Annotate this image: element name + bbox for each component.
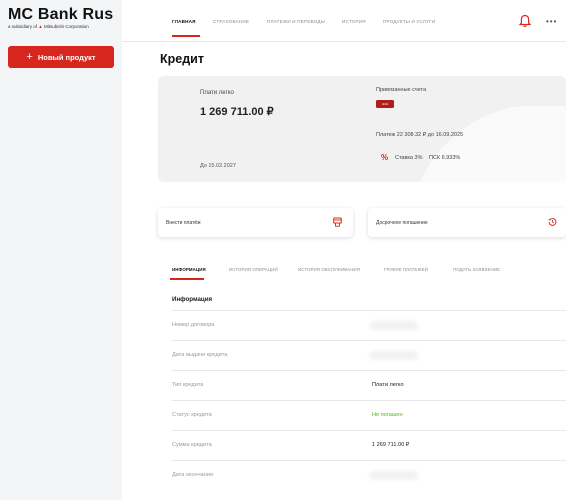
logo-subtitle-brand: Mitsubishi Corporation <box>44 24 89 29</box>
linked-account-badge[interactable]: •9314 <box>376 100 394 108</box>
info-key: Номер договора <box>172 322 215 328</box>
hidden-value <box>370 471 418 480</box>
next-payment: Платеж 22 308.32 ₽ до 16.09.2025 <box>376 132 464 138</box>
linked-accounts-label: Привязанные счета <box>376 87 427 93</box>
info-value: 1 269 711.00 ₽ <box>372 442 410 448</box>
nav-item-insurance[interactable]: СТРАХОВАНИЕ <box>213 19 249 24</box>
bank-logo[interactable]: MC Bank Rus a subsidiary of ▲ Mitsubishi… <box>8 6 113 29</box>
tab-submit-application[interactable]: ПОДАТЬ ЗАЯВЛЕНИЕ <box>453 267 500 272</box>
more-dots-icon[interactable]: ••• <box>546 17 557 26</box>
info-key: Тип кредита <box>172 382 204 388</box>
info-row-issue-date: Дата выдачи кредита <box>172 340 566 370</box>
psk-rate: ПСК 6.933% <box>429 155 461 161</box>
logo-title: MC Bank Rus <box>8 6 114 23</box>
tab-payment-schedule[interactable]: ГРАФИК ПЛАТЕЖЕЙ <box>384 267 428 272</box>
percent-icon: % <box>381 153 389 162</box>
info-section-title: Информация <box>172 296 213 303</box>
nav-item-products[interactable]: ПРОДУКТЫ И УСЛУГИ <box>383 19 435 24</box>
info-row-credit-type: Тип кредита Плати легко <box>172 370 566 400</box>
card-decoration <box>404 106 566 182</box>
make-payment-label: Внести платёж <box>166 220 201 226</box>
payment-terminal-icon <box>333 217 342 227</box>
tab-information[interactable]: ИНФОРМАЦИЯ <box>172 267 206 272</box>
early-repayment-label: Досрочное погашение <box>376 220 428 226</box>
nav-item-home[interactable]: ГЛАВНАЯ <box>172 19 196 24</box>
info-key: Статус кредита <box>172 412 212 418</box>
credit-tabs: ИНФОРМАЦИЯ ИСТОРИЯ ОПЕРАЦИЙ ИСТОРИЯ ОБСЛ… <box>158 262 566 282</box>
tab-service-history[interactable]: ИСТОРИЯ ОБСЛУЖИВАНИЯ <box>298 267 360 272</box>
info-key: Дата выдачи кредита <box>172 352 228 358</box>
new-product-button[interactable]: + Новый продукт <box>8 46 114 68</box>
new-product-label: Новый продукт <box>37 52 96 62</box>
status-badge: Не погашен <box>372 412 403 418</box>
nav-item-history[interactable]: ИСТОРИЯ <box>342 19 366 24</box>
credit-product-name: Плати легко <box>200 90 234 96</box>
info-key: Сумма кредита <box>172 442 212 448</box>
hidden-value <box>370 351 418 360</box>
bell-icon[interactable] <box>519 14 531 28</box>
info-key: Дата окончания <box>172 472 214 478</box>
tab-operations-history[interactable]: ИСТОРИЯ ОПЕРАЦИЙ <box>229 267 278 272</box>
info-row-credit-amount: Сумма кредита 1 269 711.00 ₽ <box>172 430 566 460</box>
logo-subtitle: a subsidiary of ▲ Mitsubishi Corporation <box>8 24 113 29</box>
info-value: Плати легко <box>372 382 404 388</box>
plus-icon: + <box>26 50 33 63</box>
nav-item-payments[interactable]: ПЛАТЕЖИ И ПЕРЕВОДЫ <box>267 19 325 24</box>
top-navigation: ГЛАВНАЯ СТРАХОВАНИЕ ПЛАТЕЖИ И ПЕРЕВОДЫ И… <box>122 0 566 42</box>
hidden-value <box>370 321 418 330</box>
mitsubishi-mark-icon: ▲ <box>38 24 43 29</box>
make-payment-button[interactable]: Внести платёж <box>158 208 353 237</box>
credit-end-date: До 15.02.2027 <box>200 163 236 169</box>
info-row-credit-status: Статус кредита Не погашен <box>172 400 566 430</box>
credit-amount: 1 269 711.00 ₽ <box>200 106 274 118</box>
logo-subtitle-prefix: a subsidiary of <box>8 24 39 29</box>
credit-summary-card: Плати легко 1 269 711.00 ₽ До 15.02.2027… <box>158 76 566 182</box>
info-row-contract-number: Номер договора <box>172 310 566 340</box>
tab-active-indicator <box>170 278 204 280</box>
main-content: Кредит Плати легко 1 269 711.00 ₽ До 15.… <box>122 42 566 500</box>
sidebar: MC Bank Rus a subsidiary of ▲ Mitsubishi… <box>0 0 122 500</box>
interest-rate: Ставка 3% <box>395 155 423 161</box>
page-title: Кредит <box>160 52 204 66</box>
nav-active-indicator <box>172 35 200 37</box>
early-repayment-button[interactable]: Досрочное погашение <box>368 208 566 237</box>
info-table: Номер договора Дата выдачи кредита Тип к… <box>172 310 566 490</box>
clock-history-icon <box>548 218 557 226</box>
info-row-end-date: Дата окончания <box>172 460 566 490</box>
